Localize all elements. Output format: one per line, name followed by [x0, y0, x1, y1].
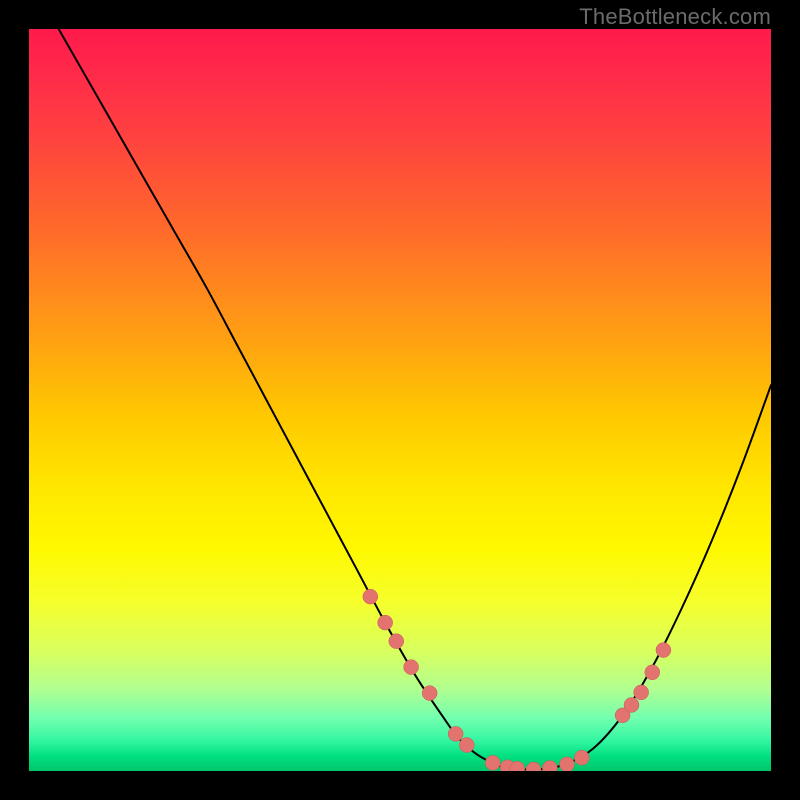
- highlight-dot: [378, 615, 393, 630]
- highlight-dot: [422, 686, 437, 701]
- highlight-dot: [526, 762, 541, 777]
- outer-frame: TheBottleneck.com: [0, 0, 800, 800]
- highlight-dot: [510, 761, 525, 776]
- highlight-dot: [574, 750, 589, 765]
- bottleneck-curve: [59, 29, 771, 770]
- highlight-dot: [542, 761, 557, 776]
- highlight-dot: [389, 634, 404, 649]
- highlight-dot: [404, 660, 419, 675]
- highlight-dot: [634, 685, 649, 700]
- highlight-dot: [363, 589, 378, 604]
- highlight-dot: [459, 738, 474, 753]
- highlight-dot: [448, 726, 463, 741]
- highlight-dot: [559, 757, 574, 772]
- highlight-dot: [645, 665, 660, 680]
- chart-overlay: [0, 0, 800, 800]
- highlight-dot: [624, 697, 639, 712]
- highlight-dot: [485, 755, 500, 770]
- highlight-dot: [656, 643, 671, 658]
